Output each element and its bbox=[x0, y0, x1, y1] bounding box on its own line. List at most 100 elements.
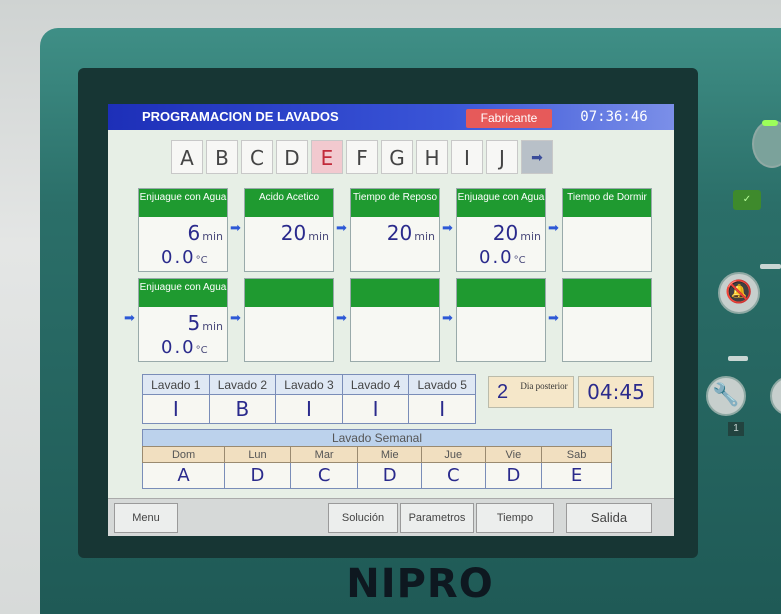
day-program-mar[interactable]: C bbox=[289, 462, 359, 489]
lavado-value-2[interactable]: B bbox=[208, 394, 277, 424]
status-led-icon: ✓ bbox=[733, 190, 761, 210]
mode-badge[interactable]: Fabricante bbox=[466, 109, 552, 128]
tab-program-a[interactable]: A bbox=[171, 140, 203, 174]
step-time-value: 20 bbox=[280, 221, 307, 245]
tab-program-c[interactable]: C bbox=[241, 140, 273, 174]
step-row1-3[interactable]: Tiempo de Reposo 20 min bbox=[350, 188, 440, 272]
parametros-button[interactable]: Parametros bbox=[400, 503, 474, 533]
arrow-right-icon: ➡ bbox=[230, 220, 241, 235]
day-header-mar: Mar bbox=[289, 446, 359, 463]
step-header: Tiempo de Reposo bbox=[351, 189, 439, 217]
arrow-right-icon: ➡ bbox=[442, 220, 453, 235]
step-row1-1[interactable]: Enjuague con Agua 6 min 0.0°C bbox=[138, 188, 228, 272]
lavado-header-4: Lavado 4 bbox=[341, 373, 410, 396]
bell-muted-icon: 🔕 bbox=[725, 279, 753, 304]
weekly-title: Lavado Semanal bbox=[142, 429, 612, 447]
tab-program-h[interactable]: H bbox=[416, 140, 448, 174]
step-temp-unit: °C bbox=[195, 255, 208, 266]
salida-button[interactable]: Salida bbox=[566, 503, 652, 533]
step-time-unit: min bbox=[520, 230, 541, 243]
lavado-header-2: Lavado 2 bbox=[208, 373, 277, 396]
arrow-right-icon: ➡ bbox=[124, 310, 135, 325]
tab-program-e[interactable]: E bbox=[311, 140, 343, 174]
lavado-table: Lavado 1 Lavado 2 Lavado 3 Lavado 4 Lava… bbox=[142, 373, 476, 424]
step-time-value: 20 bbox=[492, 221, 519, 245]
step-temp-value: 0.0 bbox=[161, 337, 196, 358]
lavado-value-4[interactable]: I bbox=[341, 394, 410, 424]
day-header-mie: Mie bbox=[357, 446, 422, 463]
step-row2-3[interactable] bbox=[350, 278, 440, 362]
arrow-right-icon: ➡ bbox=[230, 310, 241, 325]
weekly-table: Dom Lun Mar Mie Jue Vie Sab A D C D C D … bbox=[141, 446, 612, 489]
step-header bbox=[563, 279, 651, 307]
lavado-value-5[interactable]: I bbox=[408, 394, 476, 424]
lavado-value-1[interactable]: I bbox=[142, 394, 210, 424]
start-time-field[interactable]: 04:45 bbox=[578, 376, 654, 408]
day-program-dom[interactable]: A bbox=[141, 462, 226, 489]
step-time: 20 min bbox=[281, 221, 329, 245]
step-time-value: 20 bbox=[386, 221, 413, 245]
day-offset-label: Dia posterior bbox=[520, 381, 568, 391]
tab-program-j[interactable]: J bbox=[486, 140, 518, 174]
step-temp: 0.0°C bbox=[479, 247, 526, 268]
power-led-icon bbox=[762, 120, 778, 126]
tab-program-d[interactable]: D bbox=[276, 140, 308, 174]
step-time: 20 min bbox=[493, 221, 541, 245]
lavado-header-1: Lavado 1 bbox=[142, 373, 210, 396]
day-header-jue: Jue bbox=[420, 446, 486, 463]
step-temp-value: 0.0 bbox=[161, 247, 196, 268]
step-row2-1[interactable]: Enjuague con Agua 5 min 0.0°C bbox=[138, 278, 228, 362]
wrench-icon: 🔧 bbox=[712, 382, 740, 407]
step-row1-5[interactable]: Tiempo de Dormir bbox=[562, 188, 652, 272]
lavado-header-5: Lavado 5 bbox=[408, 373, 476, 396]
day-program-mie[interactable]: D bbox=[357, 462, 422, 489]
step-temp: 0.0°C bbox=[161, 247, 208, 268]
menu-button[interactable]: Menu bbox=[114, 503, 178, 533]
day-offset-value: 2 bbox=[497, 381, 509, 403]
step-header bbox=[457, 279, 545, 307]
step-time-value: 5 bbox=[187, 311, 201, 335]
day-program-lun[interactable]: D bbox=[224, 462, 291, 489]
step-row2-2[interactable] bbox=[244, 278, 334, 362]
tab-program-f[interactable]: F bbox=[346, 140, 378, 174]
brand-logo: NIPRO bbox=[346, 561, 494, 607]
step-time-unit: min bbox=[308, 230, 329, 243]
panel-divider bbox=[728, 356, 748, 361]
step-row1-2[interactable]: Acido Acetico 20 min bbox=[244, 188, 334, 272]
title-bar: PROGRAMACION DE LAVADOS Fabricante 07:36… bbox=[108, 104, 674, 130]
arrow-right-icon: ➡ bbox=[336, 310, 347, 325]
step-header bbox=[351, 279, 439, 307]
day-program-vie[interactable]: D bbox=[484, 462, 543, 489]
solucion-button[interactable]: Solución bbox=[328, 503, 398, 533]
step-row1-4[interactable]: Enjuague con Agua 20 min 0.0°C bbox=[456, 188, 546, 272]
arrow-right-icon: ➡ bbox=[442, 310, 453, 325]
touch-screen: PROGRAMACION DE LAVADOS Fabricante 07:36… bbox=[108, 104, 674, 536]
lavado-value-3[interactable]: I bbox=[275, 394, 343, 424]
step-header: Acido Acetico bbox=[245, 189, 333, 217]
step-time: 6 min bbox=[188, 221, 223, 245]
tiempo-button[interactable]: Tiempo bbox=[476, 503, 554, 533]
lavado-header-3: Lavado 3 bbox=[275, 373, 343, 396]
step-time-unit: min bbox=[202, 320, 223, 333]
tab-program-g[interactable]: G bbox=[381, 140, 413, 174]
step-temp-unit: °C bbox=[195, 345, 208, 356]
day-header-dom: Dom bbox=[141, 446, 226, 463]
step-row2-4[interactable] bbox=[456, 278, 546, 362]
step-header bbox=[245, 279, 333, 307]
step-header: Enjuague con Agua bbox=[139, 279, 227, 307]
day-offset-field[interactable]: 2 Dia posterior bbox=[488, 376, 574, 408]
tab-program-i[interactable]: I bbox=[451, 140, 483, 174]
page-title: PROGRAMACION DE LAVADOS bbox=[142, 109, 339, 124]
day-program-sab[interactable]: E bbox=[541, 462, 612, 489]
tab-program-b[interactable]: B bbox=[206, 140, 238, 174]
step-time: 5 min bbox=[188, 311, 223, 335]
day-program-jue[interactable]: C bbox=[420, 462, 486, 489]
step-temp-unit: °C bbox=[513, 255, 526, 266]
step-header: Tiempo de Dormir bbox=[563, 189, 651, 217]
step-header: Enjuague con Agua bbox=[457, 189, 545, 217]
step-row2-5[interactable] bbox=[562, 278, 652, 362]
program-tabs: A B C D E F G H I J ➡ bbox=[171, 140, 553, 174]
next-programs-arrow-icon[interactable]: ➡ bbox=[521, 140, 553, 174]
step-header: Enjuague con Agua bbox=[139, 189, 227, 217]
step-time-value: 6 bbox=[187, 221, 201, 245]
